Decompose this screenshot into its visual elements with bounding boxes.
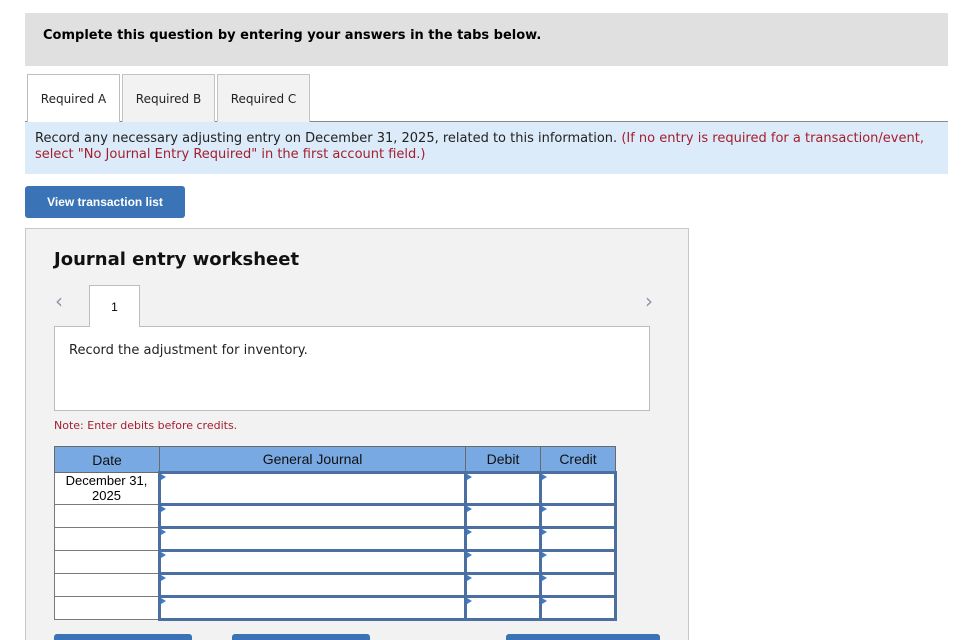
debit-field[interactable] [464,503,542,529]
clear-entry-button[interactable] [232,634,370,640]
account-field[interactable] [158,549,467,575]
view-transaction-list-button[interactable]: View transaction list [25,186,185,218]
question-prompt: Record any necessary adjusting entry on … [25,122,948,174]
date-cell [54,504,160,528]
date-cell [54,596,160,620]
header-date: Date [54,446,160,473]
date-cell: December 31, 2025 [54,472,160,505]
credit-field[interactable] [539,526,617,552]
tab-required-a[interactable]: Required A [27,74,120,123]
credit-field[interactable] [539,503,617,529]
date-cell [54,550,160,574]
entry-description: Record the adjustment for inventory. [69,343,308,358]
account-field[interactable] [158,471,467,506]
prompt-text: Record any necessary adjusting entry on … [35,131,618,146]
account-field[interactable] [158,503,467,529]
table-row: December 31, 2025 [54,471,617,506]
debit-credit-note: Note: Enter debits before credits. [54,419,238,432]
date-cell [54,573,160,597]
header-general-journal: General Journal [159,446,466,473]
account-field[interactable] [158,526,467,552]
record-entry-button[interactable] [54,634,192,640]
tab-required-b[interactable]: Required B [122,74,215,122]
view-general-journal-button[interactable] [506,634,660,640]
instruction-text: Complete this question by entering your … [43,28,542,43]
credit-field[interactable] [539,549,617,575]
chevron-right-icon[interactable]: › [645,289,653,313]
date-cell [54,527,160,551]
journal-entry-worksheet: Journal entry worksheet ‹ 1 › Record the… [25,228,689,640]
worksheet-title: Journal entry worksheet [54,249,300,270]
credit-field[interactable] [539,572,617,598]
debit-field[interactable] [464,471,542,506]
instruction-bar: Complete this question by entering your … [25,13,948,66]
header-credit: Credit [540,446,616,473]
table-row [54,526,617,552]
account-field[interactable] [158,572,467,598]
table-row [54,503,617,529]
debit-field[interactable] [464,526,542,552]
chevron-left-icon[interactable]: ‹ [55,289,63,313]
credit-field[interactable] [539,595,617,621]
debit-field[interactable] [464,549,542,575]
table-row [54,595,617,621]
journal-header-row: Date General Journal Debit Credit [54,446,616,473]
tab-required-c[interactable]: Required C [217,74,310,122]
header-debit: Debit [465,446,541,473]
entry-description-box: Record the adjustment for inventory. [54,326,650,411]
debit-field[interactable] [464,572,542,598]
requirement-tabs: Required A Required B Required C [25,74,948,123]
entry-tab-1[interactable]: 1 [89,285,140,327]
account-field[interactable] [158,595,467,621]
debit-field[interactable] [464,595,542,621]
table-row [54,572,617,598]
journal-table: Date General Journal Debit Credit Decemb… [54,446,617,621]
credit-field[interactable] [539,471,617,506]
page: Complete this question by entering your … [0,0,974,640]
table-row [54,549,617,575]
